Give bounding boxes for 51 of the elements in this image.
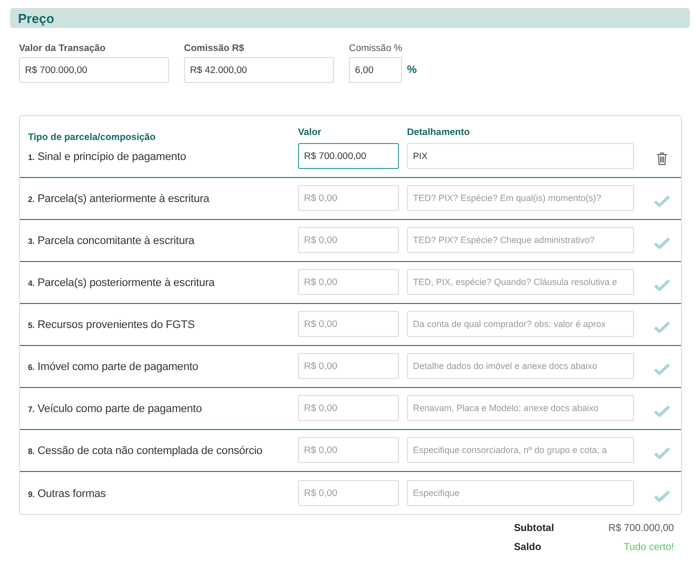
input-field[interactable]: R$ 700.000,00	[19, 57, 169, 83]
row-label: 8. Cessão de cota não contemplada de consórcio	[28, 445, 264, 457]
detail-field[interactable]: TED? PIX? Espécie? Cheque administrativo?	[407, 227, 634, 253]
detail-field[interactable]: TED, PIX, espécie? Quando? Cláusula resolutiva e	[407, 269, 634, 295]
check-icon	[654, 279, 670, 291]
detail-field[interactable]: TED? PIX? Espécie? Em qual(is) momento(s)?	[407, 185, 634, 211]
check-icon	[654, 363, 670, 375]
row-label: 9. Outras formas	[28, 488, 107, 500]
detail-field[interactable]: Especifique	[407, 480, 634, 506]
total-label: Subtotal	[514, 523, 554, 534]
value-field[interactable]: R$ 0,00	[298, 311, 399, 337]
total-value: Tudo certo!	[624, 542, 674, 553]
row-label: 1. Sinal e princípio de pagamento	[28, 151, 188, 163]
check-icon	[654, 321, 670, 333]
row-label: 2. Parcela(s) anteriormente à escritura	[28, 193, 210, 205]
value-field[interactable]: R$ 0,00	[298, 480, 399, 506]
value-field[interactable]: R$ 0,00	[298, 437, 399, 463]
row-label: 7. Veículo como parte de pagamento	[28, 403, 203, 415]
percent-sign: %	[407, 64, 417, 76]
check-icon	[654, 405, 670, 417]
check-icon	[654, 195, 670, 207]
total-label: Saldo	[514, 542, 542, 553]
value-field[interactable]: R$ 0,00	[298, 353, 399, 379]
row-label: 6. Imóvel como parte de pagamento	[28, 361, 200, 373]
section-title: Preço	[18, 10, 54, 26]
row-label: 3. Parcela concomitante à escritura	[28, 235, 196, 247]
check-icon	[654, 237, 670, 249]
value-field[interactable]: R$ 0,00	[298, 185, 399, 211]
value-field[interactable]: R$ 0,00	[298, 395, 399, 421]
field-label: Comissão %	[349, 43, 404, 54]
total-value: R$ 700.000,00	[608, 523, 674, 534]
value-field[interactable]: R$ 0,00	[298, 269, 399, 295]
row-label: 5. Recursos provenientes do FGTS	[28, 319, 196, 331]
detail-field[interactable]: Renavam, Placa e Modelo; anexe docs abaixo	[407, 395, 634, 421]
value-field[interactable]: R$ 700.000,00	[298, 143, 399, 169]
column-header: Valor	[298, 127, 322, 138]
check-icon	[654, 490, 670, 502]
detail-field[interactable]: PIX	[407, 143, 634, 169]
input-field[interactable]: R$ 42.000,00	[184, 57, 334, 83]
field-label: Comissão R$	[184, 43, 246, 54]
check-icon	[654, 447, 670, 459]
detail-field[interactable]: Detalhe dados do imóvel e anexe docs abaixo	[407, 353, 634, 379]
column-header: Tipo de parcela/composição	[28, 132, 157, 143]
value-field[interactable]: R$ 0,00	[298, 227, 399, 253]
row-label: 4. Parcela(s) posteriormente à escritura	[28, 277, 216, 289]
trash-icon[interactable]	[656, 152, 668, 165]
input-field[interactable]: 6,00	[349, 57, 402, 83]
detail-field[interactable]: Especifique consorciadora, nº do grupo e cota; a	[407, 437, 634, 463]
column-header: Detalhamento	[407, 127, 471, 138]
field-label: Valor da Transação	[19, 43, 107, 54]
detail-field[interactable]: Da conta de qual comprador? obs: valor é aprox	[407, 311, 634, 337]
